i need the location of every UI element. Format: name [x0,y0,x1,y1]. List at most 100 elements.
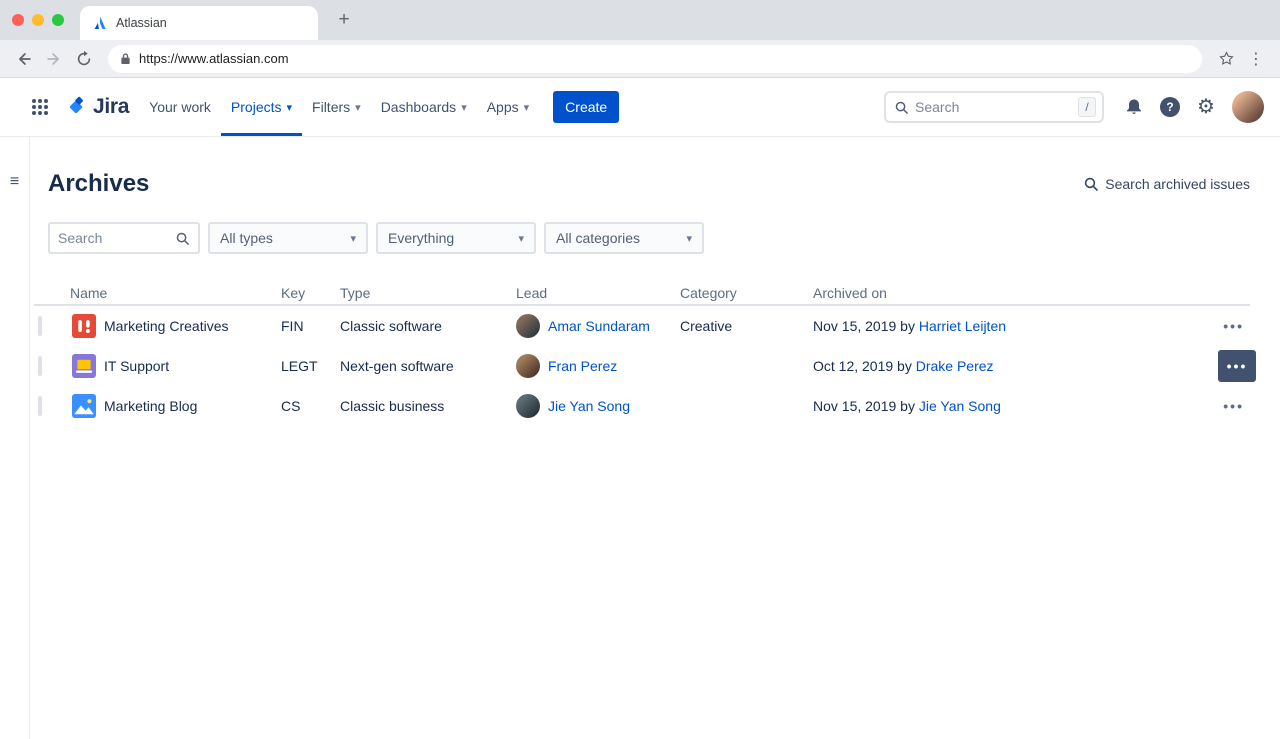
filter-search[interactable] [48,222,200,254]
archived-on-cell: Nov 15, 2019 by Harriet Leijten [813,318,1194,334]
project-type: Classic software [340,318,516,334]
archived-date: Nov 15, 2019 by [813,318,915,334]
archived-by-link[interactable]: Drake Perez [916,358,994,374]
project-name[interactable]: Marketing Creatives [104,318,229,334]
page-head: Archives Search archived issues [48,170,1250,198]
row-actions-button[interactable]: ••• [1217,395,1250,417]
lead-link[interactable]: Jie Yan Song [548,398,630,414]
nav-filters[interactable]: Filters ▾ [302,78,371,136]
reload-icon [75,50,93,68]
row-checkbox[interactable] [38,356,42,376]
row-actions-button[interactable]: ••• [1217,315,1250,337]
table-header: Name Key Type Lead Category Archived on [34,284,1250,306]
lead-link[interactable]: Amar Sundaram [548,318,650,334]
address-bar[interactable]: https://www.atlassian.com [108,45,1202,73]
main-nav: Your work Projects ▾ Filters ▾ Dashboard… [139,78,539,136]
more-icon: ••• [1227,359,1248,373]
project-name[interactable]: IT Support [104,358,169,374]
jira-logo-icon [64,95,88,119]
back-button[interactable] [10,45,38,73]
create-button[interactable]: Create [553,91,619,123]
project-key: FIN [281,318,340,334]
table-row: IT Support LEGT Next-gen software Fran P… [34,346,1250,386]
types-filter-select[interactable]: All types ▾ [208,222,368,254]
chevron-down-icon: ▾ [686,232,692,245]
lead-avatar [516,314,540,338]
project-key: CS [281,398,340,414]
everything-filter-select[interactable]: Everything ▾ [376,222,536,254]
app-switcher-button[interactable] [24,91,56,123]
jira-app-bar: Jira Your work Projects ▾ Filters ▾ Dash… [0,78,1280,136]
search-icon [1083,176,1099,192]
row-checkbox[interactable] [38,316,42,336]
close-window-button[interactable] [12,14,24,26]
col-lead: Lead [516,285,680,301]
browser-tabstrip: Atlassian + [0,0,1280,40]
help-button[interactable]: ? [1154,91,1186,123]
search-archived-issues-link[interactable]: Search archived issues [1083,176,1250,192]
col-category: Category [680,285,813,301]
atlassian-favicon-icon [92,15,108,31]
project-category: Creative [680,318,813,334]
chevron-down-icon: ▾ [461,101,467,114]
tab-title: Atlassian [116,16,167,30]
project-avatar [72,354,96,378]
table-row: Marketing Blog CS Classic business Jie Y… [34,386,1250,426]
forward-icon [45,50,63,68]
nav-projects[interactable]: Projects ▾ [221,78,302,136]
browser-tab[interactable]: Atlassian [80,6,318,40]
expand-sidebar-icon[interactable]: ≡ [10,174,19,190]
project-avatar [72,314,96,338]
project-avatar [72,394,96,418]
chevron-down-icon: ▾ [350,232,356,245]
star-icon [1218,50,1235,67]
categories-filter-select[interactable]: All categories ▾ [544,222,704,254]
user-avatar[interactable] [1232,91,1264,123]
app-bar-right: / ? ⚙ [884,91,1264,123]
lock-icon [120,52,131,65]
nav-apps[interactable]: Apps ▾ [477,78,539,136]
row-checkbox[interactable] [38,396,42,416]
global-search[interactable]: / [884,91,1104,123]
chevron-down-icon: ▾ [524,101,530,114]
global-search-input[interactable] [915,99,1072,115]
page-content: ≡ Archives Search archived issues All [0,136,1280,739]
lead-link[interactable]: Fran Perez [548,358,617,374]
minimize-window-button[interactable] [32,14,44,26]
row-actions-button[interactable]: ••• [1218,350,1256,382]
lead-avatar [516,354,540,378]
more-icon: ••• [1223,398,1244,414]
project-type: Next-gen software [340,358,516,374]
archived-date: Nov 15, 2019 by [813,398,915,414]
filter-search-input[interactable] [58,230,175,246]
col-name: Name [70,285,281,301]
page-title: Archives [48,170,149,198]
notifications-button[interactable] [1118,91,1150,123]
nav-your-work[interactable]: Your work [139,78,221,136]
bookmark-button[interactable] [1212,45,1240,73]
jira-logo[interactable]: Jira [64,95,129,119]
project-name[interactable]: Marketing Blog [104,398,197,414]
archived-by-link[interactable]: Harriet Leijten [919,318,1006,334]
bell-icon [1124,97,1144,117]
project-type: Classic business [340,398,516,414]
gear-icon: ⚙ [1197,97,1215,117]
url-text: https://www.atlassian.com [139,51,289,66]
sidebar-rail: ≡ [0,136,30,739]
reload-button[interactable] [70,45,98,73]
browser-menu-button[interactable]: ⋮ [1242,45,1270,73]
traffic-lights [12,14,64,26]
help-icon: ? [1160,97,1180,117]
settings-button[interactable]: ⚙ [1190,91,1222,123]
archived-by-link[interactable]: Jie Yan Song [919,398,1001,414]
zoom-window-button[interactable] [52,14,64,26]
back-icon [15,50,33,68]
more-icon: ••• [1223,318,1244,334]
nav-dashboards[interactable]: Dashboards ▾ [371,78,477,136]
chevron-down-icon: ▾ [518,232,524,245]
archives-table: Name Key Type Lead Category Archived on [34,284,1250,426]
forward-button[interactable] [40,45,68,73]
archived-on-cell: Nov 15, 2019 by Jie Yan Song [813,398,1194,414]
browser-toolbar: https://www.atlassian.com ⋮ [0,40,1280,78]
new-tab-button[interactable]: + [330,6,358,34]
